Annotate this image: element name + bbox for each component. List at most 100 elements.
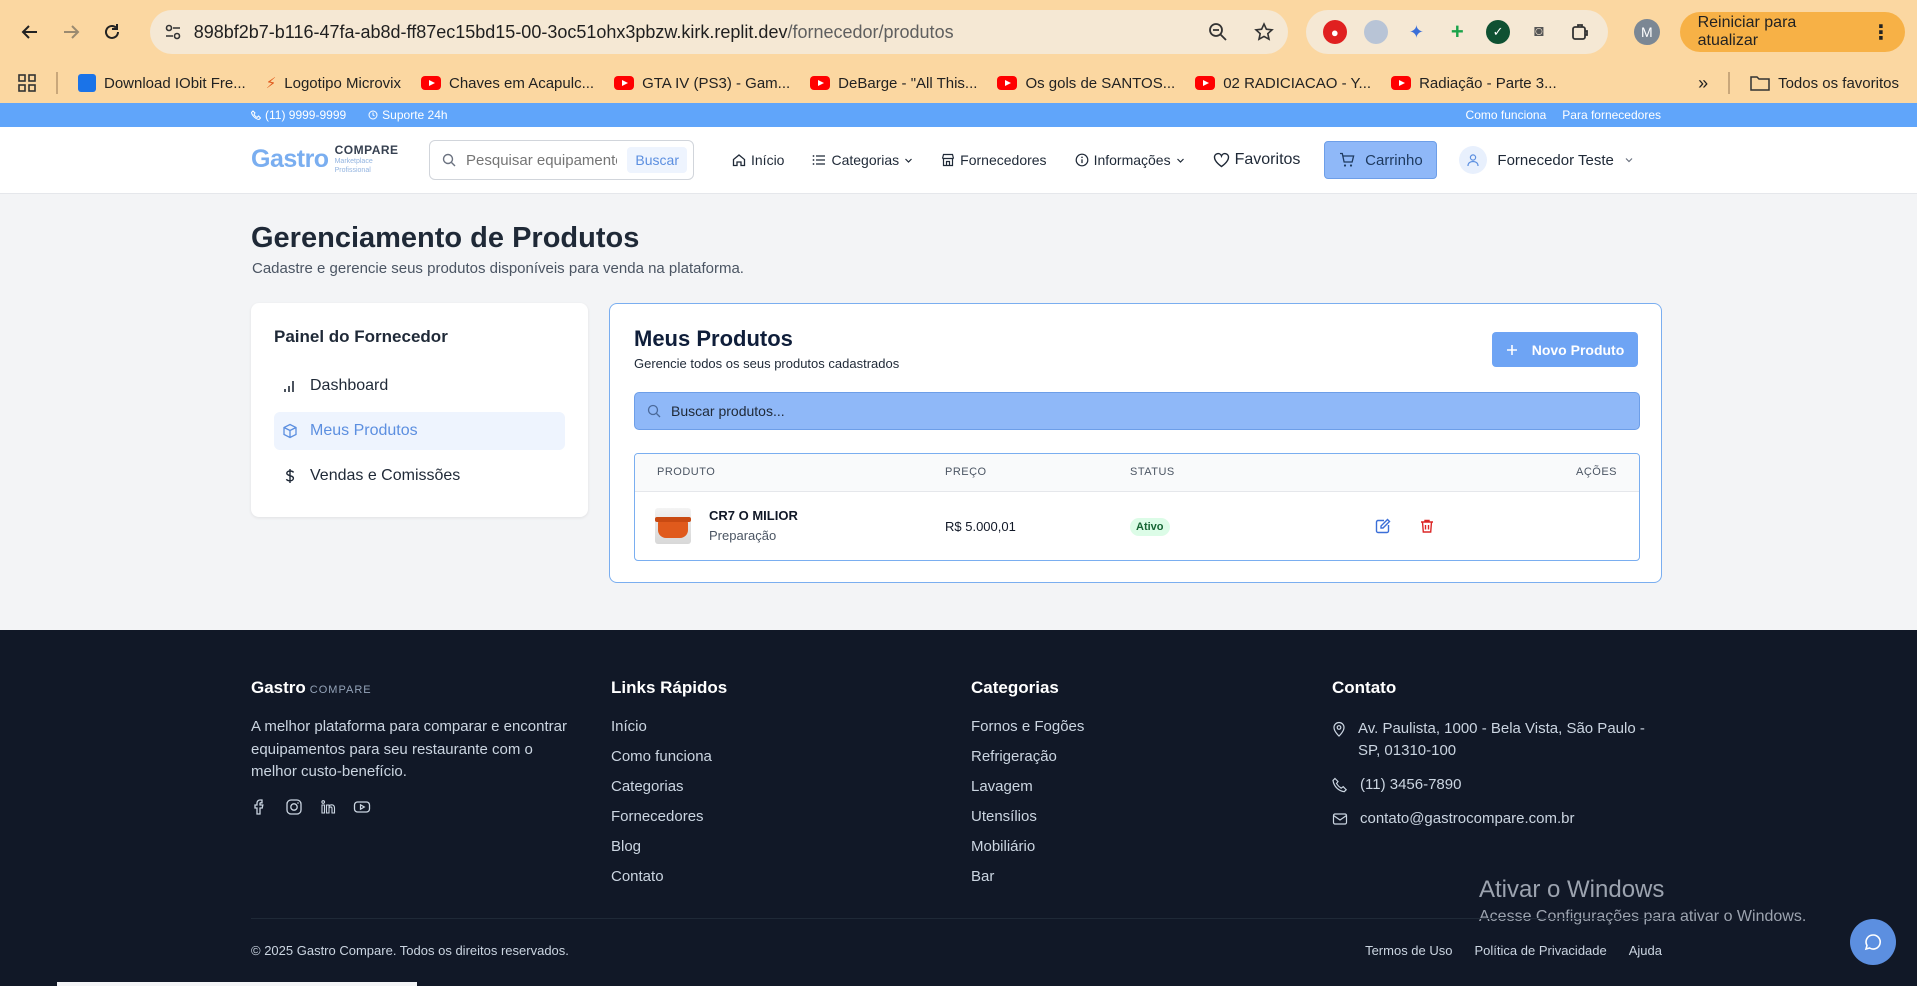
zoom-icon[interactable] [1208,22,1228,42]
nav-categories-label: Categorias [831,152,900,168]
footer-category-link[interactable]: Lavagem [971,778,1084,808]
nav-favorites[interactable]: Favoritos [1213,151,1300,169]
privacy-link[interactable]: Política de Privacidade [1475,943,1607,958]
bookmark-label: Radiação - Parte 3... [1419,74,1557,92]
camera-extension-icon[interactable]: ◙ [1527,20,1551,44]
product-thumbnail [655,508,691,544]
phone-icon [1332,777,1348,793]
footer-link[interactable]: Blog [611,838,727,868]
products-card: Meus Produtos Gerencie todos os seus pro… [609,303,1662,583]
puzzle-extension-icon[interactable]: ✦ [1404,20,1428,44]
footer-link[interactable]: Início [611,718,727,748]
linkedin-icon[interactable] [319,798,337,816]
footer-link[interactable]: Contato [611,868,727,898]
product-name: CR7 O MILIOR [709,508,798,523]
user-menu[interactable]: Fornecedor Teste [1459,146,1633,174]
bookmark-item[interactable]: Chaves em Acapulc... [421,75,594,92]
url-text: 898bf2b7-b116-47fa-ab8d-ff87ec15bd15-00-… [193,21,954,42]
footer-quick-links: Links Rápidos Início Como funciona Categ… [611,678,727,898]
back-button[interactable] [12,14,47,50]
nav-categories[interactable]: Categorias [812,152,913,168]
bookmark-item[interactable]: Radiação - Parte 3... [1391,75,1557,92]
forward-button[interactable] [53,14,88,50]
column-header-actions: AÇÕES [1575,466,1617,478]
reload-button[interactable] [94,14,129,50]
nav-suppliers-label: Fornecedores [960,152,1047,168]
chat-button[interactable] [1850,919,1896,965]
edit-icon [1375,518,1391,534]
instagram-icon[interactable] [285,798,303,816]
footer-link[interactable]: Categorias [611,778,727,808]
delete-product-button[interactable] [1419,518,1435,534]
products-subtitle: Gerencie todos os seus produtos cadastra… [634,356,900,371]
bookmark-item[interactable]: 02 RADICIACAO - Y... [1195,75,1371,92]
nav-suppliers[interactable]: Fornecedores [941,152,1047,168]
footer-link[interactable]: Fornecedores [611,808,727,838]
bookmark-item[interactable]: Download IObit Fre... [78,74,246,92]
bookmark-item[interactable]: ⚡ Logotipo Microvix [266,74,401,93]
nav-info[interactable]: Informações [1075,152,1185,168]
footer-category-link[interactable]: Mobiliário [971,838,1084,868]
all-bookmarks-folder[interactable]: Todos os favoritos [1750,75,1899,92]
plus-extension-icon[interactable]: + [1445,19,1469,44]
youtube-icon[interactable] [353,798,371,816]
supplier-sidebar: Painel do Fornecedor Dashboard Meus Prod… [251,303,588,517]
adblock-extension-icon[interactable]: ● [1322,20,1347,44]
bookmark-item[interactable]: DeBarge - "All This... [810,75,977,92]
bookmark-item[interactable]: Os gols de SANTOS... [997,75,1175,92]
folder-icon [1750,76,1770,91]
bookmark-item[interactable]: GTA IV (PS3) - Gam... [614,75,790,92]
extension-icon[interactable] [1363,20,1388,44]
footer-category-link[interactable]: Fornos e Fogões [971,718,1084,748]
product-search[interactable]: Buscar produtos... [634,392,1640,430]
table-row: CR7 O MILIOR Preparação R$ 5.000,01 Ativ… [635,492,1639,560]
more-bookmarks-icon[interactable]: » [1698,73,1708,94]
site-topbar: (11) 9999-9999 Suporte 24h Como funciona… [0,103,1917,127]
new-product-label: Novo Produto [1531,341,1625,358]
green-extension-icon[interactable]: ✓ [1486,20,1511,44]
products-title: Meus Produtos [634,326,793,351]
youtube-icon [614,76,635,90]
chevron-down-icon [1176,158,1184,163]
profile-avatar[interactable]: M [1634,19,1660,45]
for-suppliers-link[interactable]: Para fornecedores [1562,108,1661,122]
facebook-icon[interactable] [251,798,269,816]
help-link[interactable]: Ajuda [1629,943,1662,958]
edit-product-button[interactable] [1375,518,1391,534]
sidebar-item-meus-produtos[interactable]: Meus Produtos [274,412,565,450]
main-nav: Início Categorias Fornecedores Informaçõ… [732,127,1634,193]
new-product-button[interactable]: Novo Produto [1492,332,1638,367]
address-bar[interactable]: 898bf2b7-b116-47fa-ab8d-ff87ec15bd15-00-… [149,10,1289,54]
bookmark-label: Logotipo Microvix [284,74,401,92]
footer-category-link[interactable]: Bar [971,868,1084,898]
update-browser-button[interactable]: Reiniciar para atualizar ⋮ [1679,12,1905,52]
footer-link[interactable]: Como funciona [611,748,727,778]
footer-phone: (11) 3456-7890 [1332,774,1662,796]
nav-home[interactable]: Início [732,152,784,168]
footer-category-link[interactable]: Utensílios [971,808,1084,838]
terms-link[interactable]: Termos de Uso [1365,943,1452,958]
search-button[interactable]: Buscar [627,147,687,173]
extensions-bar: ● ✦ + ✓ ◙ [1306,10,1609,54]
site-info-icon[interactable] [164,23,182,41]
youtube-icon [997,76,1018,90]
bookmark-star-icon[interactable] [1254,22,1275,42]
footer-category-link[interactable]: Refrigeração [971,748,1084,778]
footer-contact-title: Contato [1332,678,1397,697]
sidebar-item-vendas[interactable]: Vendas e Comissões [274,457,565,495]
site-logo[interactable]: Gastro COMPARE Marketplace Profissional [251,141,399,175]
browser-chrome: 898bf2b7-b116-47fa-ab8d-ff87ec15bd15-00-… [0,0,1917,103]
how-it-works-link[interactable]: Como funciona [1466,108,1547,122]
logo-main-text: Gastro [251,145,329,173]
footer-email-text[interactable]: contato@gastrocompare.com.br [1360,808,1575,830]
footer-categories-title: Categorias [971,678,1059,697]
footer-email: contato@gastrocompare.com.br [1332,808,1662,830]
bookmark-label: Chaves em Acapulc... [449,74,595,92]
youtube-icon [1391,76,1412,90]
search-input[interactable] [466,151,618,169]
chevron-down-icon [1625,158,1633,163]
cart-button[interactable]: Carrinho [1324,141,1438,179]
extensions-menu-icon[interactable] [1568,20,1592,44]
sidebar-item-dashboard[interactable]: Dashboard [274,367,565,405]
apps-grid-icon[interactable] [18,74,36,92]
